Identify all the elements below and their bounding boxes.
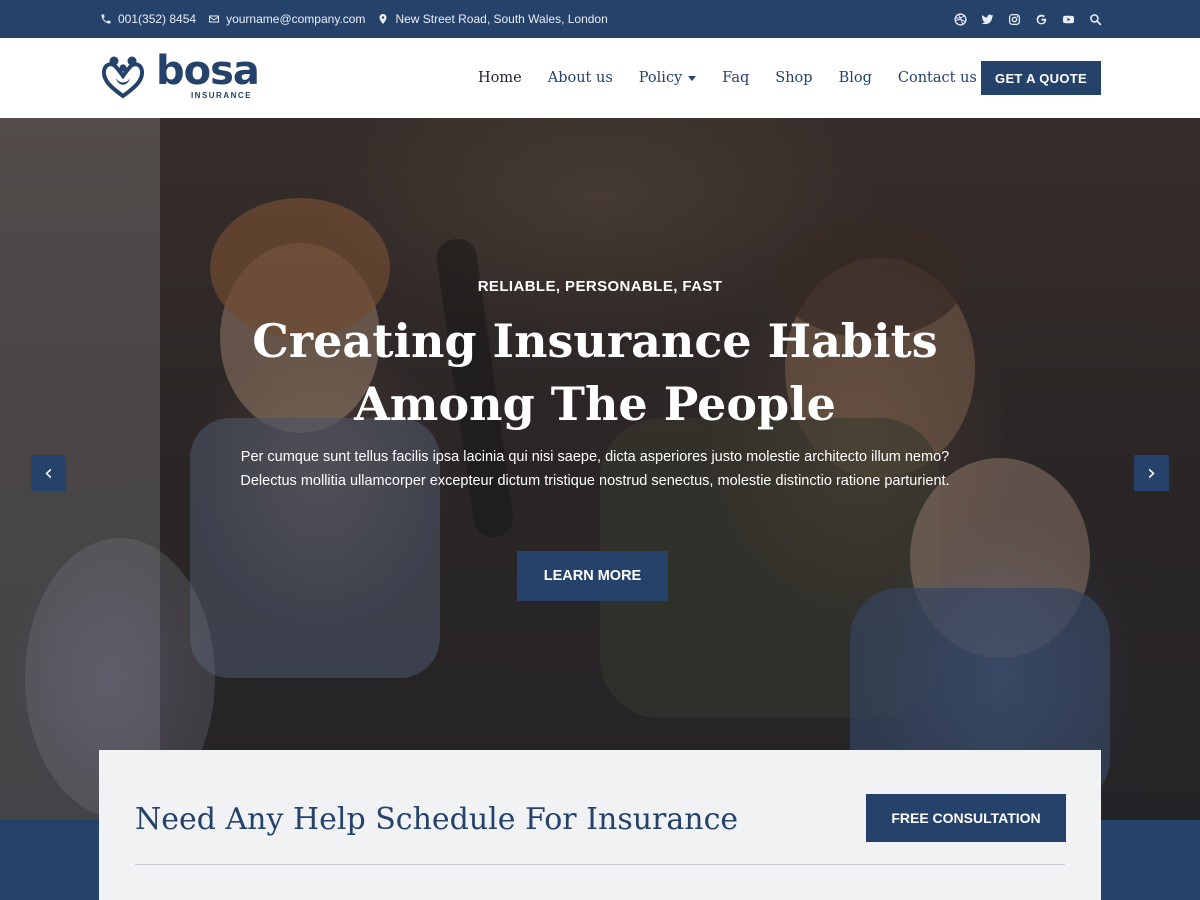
slider-prev-button[interactable]: ‹ — [31, 455, 66, 491]
chevron-left-icon: ‹ — [44, 460, 53, 486]
nav-item-home[interactable]: Home — [478, 70, 522, 86]
divider — [135, 864, 1065, 865]
contact-info: 001(352) 8454 yourname@company.com New S… — [100, 0, 608, 38]
caret-down-icon — [688, 75, 697, 81]
site-header: bosa INSURANCE Home About us Policy Faq … — [0, 38, 1200, 118]
nav-label: Blog — [838, 70, 872, 86]
free-consultation-button[interactable]: FREE CONSULTATION — [866, 794, 1066, 842]
logo-text: bosa INSURANCE — [156, 48, 260, 100]
address-item: New Street Road, South Wales, London — [377, 12, 608, 26]
slider-next-button[interactable]: › — [1134, 455, 1169, 491]
nav-item-shop[interactable]: Shop — [775, 70, 812, 86]
twitter-icon[interactable] — [980, 12, 994, 26]
email-text: yourname@company.com — [226, 12, 366, 26]
social-links — [953, 0, 1102, 38]
hero-slider: RELIABLE, PERSONABLE, FAST Creating Insu… — [0, 118, 1200, 820]
google-icon[interactable] — [1034, 12, 1048, 26]
hero-description: Per cumque sunt tellus facilis ipsa laci… — [240, 449, 950, 489]
youtube-icon[interactable] — [1061, 12, 1075, 26]
location-pin-icon — [379, 14, 387, 24]
main-nav: Home About us Policy Faq Shop Blog Conta… — [478, 38, 1003, 118]
envelope-icon — [209, 15, 220, 23]
hero-content: RELIABLE, PERSONABLE, FAST Creating Insu… — [0, 118, 1200, 820]
nav-label: Home — [478, 70, 522, 86]
search-icon[interactable] — [1088, 12, 1102, 26]
top-bar: 001(352) 8454 yourname@company.com New S… — [0, 0, 1200, 38]
logo-tagline: INSURANCE — [190, 91, 252, 100]
logo-name: bosa — [156, 48, 260, 94]
instagram-icon[interactable] — [1007, 12, 1021, 26]
nav-label: About us — [547, 70, 613, 86]
phone-icon — [101, 14, 111, 24]
nav-label: Shop — [775, 70, 813, 86]
address-text: New Street Road, South Wales, London — [395, 12, 608, 26]
family-heart-logo-icon — [101, 56, 145, 99]
nav-item-blog[interactable]: Blog — [839, 70, 872, 86]
site-logo[interactable]: bosa INSURANCE — [100, 48, 260, 100]
nav-item-policy[interactable]: Policy — [639, 70, 697, 86]
nav-item-faq[interactable]: Faq — [722, 70, 749, 86]
nav-label: Contact us — [897, 70, 977, 86]
nav-item-about-us[interactable]: About us — [548, 70, 613, 86]
phone-item[interactable]: 001(352) 8454 — [100, 12, 196, 26]
help-schedule-card: Need Any Help Schedule For Insurance FRE… — [99, 750, 1101, 900]
nav-label: Faq — [722, 70, 750, 86]
nav-label: Policy — [638, 70, 683, 86]
get-a-quote-button[interactable]: GET A QUOTE — [981, 61, 1101, 95]
phone-text: 001(352) 8454 — [118, 12, 197, 26]
hero-eyebrow: RELIABLE, PERSONABLE, FAST — [477, 278, 723, 295]
help-title: Need Any Help Schedule For Insurance — [135, 802, 739, 837]
chevron-right-icon: › — [1147, 460, 1156, 486]
email-item[interactable]: yourname@company.com — [208, 12, 365, 26]
dribbble-icon[interactable] — [953, 12, 967, 26]
nav-item-contact-us[interactable]: Contact us — [898, 70, 977, 86]
hero-title: Creating Insurance Habits Among The Peop… — [252, 314, 938, 431]
learn-more-button[interactable]: LEARN MORE — [517, 551, 668, 601]
